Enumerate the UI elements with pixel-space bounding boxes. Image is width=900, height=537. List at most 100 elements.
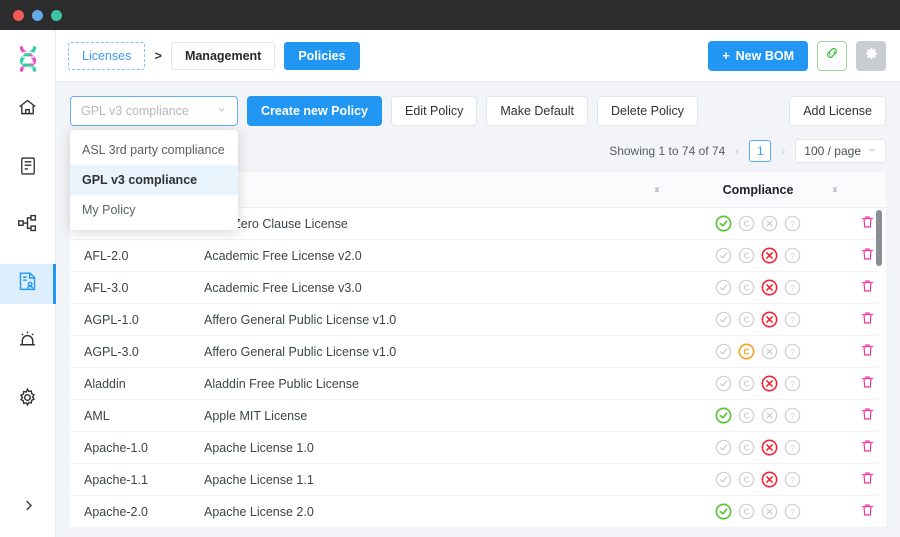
topbar-actions: + New BOM — [708, 41, 886, 71]
minimize-button[interactable] — [32, 10, 43, 21]
compliance-badge-copyleft[interactable]: C — [738, 375, 755, 392]
table-row[interactable]: Apache-2.0Apache License 2.0 C ? — [70, 496, 886, 527]
sidebar-item-components[interactable] — [0, 206, 56, 246]
sidebar-item-settings[interactable] — [0, 380, 56, 420]
link-button[interactable] — [817, 41, 847, 71]
content-area: GPL v3 compliance ASL 3rd party complian… — [56, 82, 900, 537]
compliance-badge-copyleft[interactable]: C — [738, 215, 755, 232]
compliance-badge-unknown[interactable]: ? — [784, 503, 801, 520]
cell-license-name: Aladdin Free Public License — [204, 377, 620, 391]
sidebar-expand-button[interactable] — [0, 493, 56, 523]
compliance-badge-denied[interactable] — [761, 343, 778, 360]
trash-icon[interactable] — [860, 214, 875, 233]
table-row[interactable]: AGPL-3.0Affero General Public License v1… — [70, 336, 886, 368]
policy-select[interactable]: GPL v3 compliance — [70, 96, 238, 126]
compliance-badge-approved[interactable] — [715, 279, 732, 296]
compliance-badge-denied[interactable] — [761, 503, 778, 520]
compliance-badge-denied[interactable] — [761, 439, 778, 456]
policy-select-value: GPL v3 compliance — [81, 104, 189, 118]
compliance-badge-approved[interactable] — [715, 247, 732, 264]
table-row[interactable]: AGPL-1.0Affero General Public License v1… — [70, 304, 886, 336]
table-row[interactable]: AMLApple MIT License C ? — [70, 400, 886, 432]
trash-icon[interactable] — [860, 438, 875, 457]
dropdown-option-my-policy[interactable]: My Policy — [70, 195, 238, 225]
table-row[interactable]: Apache-1.1Apache License 1.1 C ? — [70, 464, 886, 496]
delete-policy-button[interactable]: Delete Policy — [597, 96, 698, 126]
trash-icon[interactable] — [860, 470, 875, 489]
compliance-badge-unknown[interactable]: ? — [784, 343, 801, 360]
compliance-badge-approved[interactable] — [715, 311, 732, 328]
compliance-badge-unknown[interactable]: ? — [784, 407, 801, 424]
compliance-badge-denied[interactable] — [761, 279, 778, 296]
trash-icon[interactable] — [860, 374, 875, 393]
table-scrollbar-track[interactable] — [878, 208, 884, 527]
compliance-badge-approved[interactable] — [715, 343, 732, 360]
compliance-badge-copyleft[interactable]: C — [738, 343, 755, 360]
table-row[interactable]: AFL-2.0Academic Free License v2.0 C ? — [70, 240, 886, 272]
trash-icon[interactable] — [860, 278, 875, 297]
dropdown-option-gpl[interactable]: GPL v3 compliance — [70, 165, 238, 195]
cell-compliance: C ? — [694, 247, 822, 264]
dropdown-option-asl[interactable]: ASL 3rd party compliance — [70, 135, 238, 165]
compliance-badge-denied[interactable] — [761, 215, 778, 232]
cell-license-name: Apple MIT License — [204, 409, 620, 423]
compliance-badge-approved[interactable] — [715, 215, 732, 232]
compliance-badge-unknown[interactable]: ? — [784, 375, 801, 392]
pagination-prev[interactable]: ‹ — [733, 144, 741, 158]
compliance-badge-unknown[interactable]: ? — [784, 471, 801, 488]
sidebar-item-alerts[interactable] — [0, 322, 56, 362]
close-button[interactable] — [13, 10, 24, 21]
sidebar-item-home[interactable] — [0, 90, 56, 130]
compliance-badge-approved[interactable] — [715, 407, 732, 424]
compliance-badge-copyleft[interactable]: C — [738, 247, 755, 264]
table-row[interactable]: AFL-3.0Academic Free License v3.0 C ? — [70, 272, 886, 304]
breadcrumb-policies[interactable]: Policies — [284, 42, 359, 70]
create-policy-button[interactable]: Create new Policy — [247, 96, 382, 126]
compliance-badge-copyleft[interactable]: C — [738, 407, 755, 424]
compliance-badge-approved[interactable] — [715, 503, 732, 520]
pagination-next[interactable]: › — [779, 144, 787, 158]
table-row[interactable]: Apache-1.0Apache License 1.0 C ? — [70, 432, 886, 464]
compliance-badge-approved[interactable] — [715, 471, 732, 488]
compliance-badge-denied[interactable] — [761, 247, 778, 264]
compliance-badge-denied[interactable] — [761, 311, 778, 328]
trash-icon[interactable] — [860, 502, 875, 521]
compliance-badge-unknown[interactable]: ? — [784, 279, 801, 296]
trash-icon[interactable] — [860, 310, 875, 329]
settings-button[interactable] — [856, 41, 886, 71]
compliance-badge-copyleft[interactable]: C — [738, 503, 755, 520]
sidebar-item-licenses[interactable] — [0, 264, 56, 304]
compliance-badge-denied[interactable] — [761, 375, 778, 392]
compliance-badge-unknown[interactable]: ? — [784, 311, 801, 328]
new-bom-button[interactable]: + New BOM — [708, 41, 808, 71]
compliance-badge-unknown[interactable]: ? — [784, 247, 801, 264]
maximize-button[interactable] — [51, 10, 62, 21]
table-row[interactable]: AladdinAladdin Free Public License C ? — [70, 368, 886, 400]
make-default-button[interactable]: Make Default — [486, 96, 588, 126]
compliance-badge-approved[interactable] — [715, 439, 732, 456]
compliance-badge-copyleft[interactable]: C — [738, 279, 755, 296]
page-size-select[interactable]: 100 / page — [795, 139, 886, 163]
breadcrumb-licenses[interactable]: Licenses — [68, 42, 145, 70]
dna-logo-icon[interactable] — [13, 44, 43, 74]
sidebar-item-reports[interactable] — [0, 148, 56, 188]
compliance-badge-unknown[interactable]: ? — [784, 215, 801, 232]
trash-icon[interactable] — [860, 342, 875, 361]
compliance-badge-unknown[interactable]: ? — [784, 439, 801, 456]
trash-icon[interactable] — [860, 406, 875, 425]
edit-policy-button[interactable]: Edit Policy — [391, 96, 477, 126]
compliance-badge-denied[interactable] — [761, 471, 778, 488]
compliance-badge-copyleft[interactable]: C — [738, 471, 755, 488]
add-license-button[interactable]: Add License — [789, 96, 886, 126]
compliance-badge-denied[interactable] — [761, 407, 778, 424]
pagination-page-1[interactable]: 1 — [749, 140, 771, 162]
compliance-badge-copyleft[interactable]: C — [738, 311, 755, 328]
trash-icon[interactable] — [860, 246, 875, 265]
table-scrollbar-thumb[interactable] — [876, 210, 882, 266]
column-header-compliance[interactable]: Compliance — [694, 183, 822, 197]
breadcrumb-management[interactable]: Management — [171, 42, 275, 70]
compliance-badge-copyleft[interactable]: C — [738, 439, 755, 456]
cell-compliance: C ? — [694, 439, 822, 456]
compliance-badge-approved[interactable] — [715, 375, 732, 392]
cell-compliance: C ? — [694, 375, 822, 392]
